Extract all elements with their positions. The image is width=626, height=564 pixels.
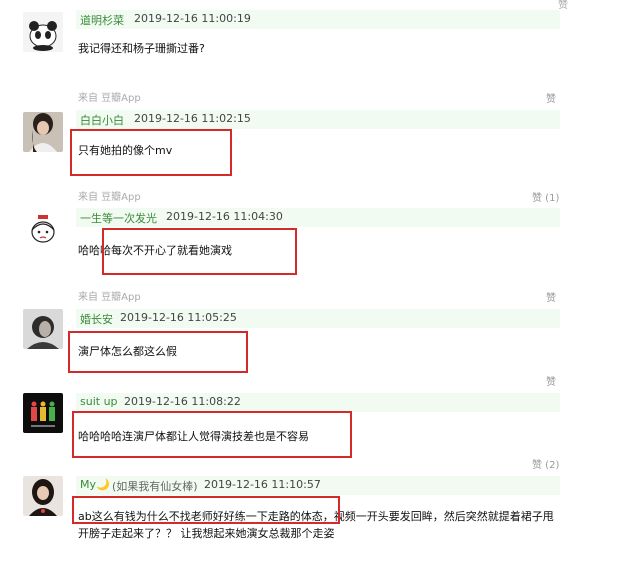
- highlight-box: [70, 129, 232, 176]
- comment-header: 道明杉菜 2019-12-16 11:00:19: [76, 10, 560, 29]
- comment-header: My🌙 (如果我有仙女棒) 2019-12-16 11:10:57: [76, 476, 560, 495]
- timestamp: 2019-12-16 11:05:25: [120, 311, 237, 324]
- comment-body: 我记得还和杨子珊撕过番?: [78, 42, 205, 55]
- timestamp: 2019-12-16 11:04:30: [166, 210, 283, 223]
- highlight-box: [102, 228, 297, 275]
- author-link[interactable]: 婚长安: [80, 311, 113, 327]
- like-button[interactable]: 赞: [546, 373, 556, 388]
- author-link[interactable]: 白白小白: [80, 112, 124, 128]
- author-link[interactable]: My🌙: [80, 478, 110, 491]
- timestamp: 2019-12-16 11:00:19: [134, 12, 251, 25]
- like-button[interactable]: 赞 (1): [532, 189, 559, 204]
- author-link[interactable]: 道明杉菜: [80, 12, 124, 28]
- like-button[interactable]: 赞: [546, 289, 556, 304]
- highlight-box: [72, 411, 352, 458]
- comment-source: 来自 豆瓣App: [78, 292, 141, 303]
- author-link[interactable]: 一生等一次发光: [80, 210, 157, 226]
- timestamp: 2019-12-16 11:02:15: [134, 112, 251, 125]
- comment-header: suit up 2019-12-16 11:08:22: [76, 393, 560, 412]
- comment-source: 来自 豆瓣App: [78, 93, 141, 104]
- avatar[interactable]: [23, 309, 63, 349]
- highlight-box: [68, 331, 248, 373]
- comment-body-line: 开膀子走起来了？？ 让我想起来她演女总裁那个走姿: [78, 527, 335, 540]
- timestamp: 2019-12-16 11:08:22: [124, 395, 241, 408]
- avatar[interactable]: [23, 112, 63, 152]
- comment-header: 一生等一次发光 2019-12-16 11:04:30: [76, 208, 560, 227]
- like-button[interactable]: 赞 (2): [532, 456, 559, 471]
- avatar[interactable]: [23, 393, 63, 433]
- avatar[interactable]: [23, 210, 63, 250]
- avatar[interactable]: [23, 12, 63, 52]
- author-link[interactable]: suit up: [80, 395, 118, 408]
- highlight-box: [72, 496, 340, 524]
- avatar[interactable]: [23, 476, 63, 516]
- timestamp: 2019-12-16 11:10:57: [204, 478, 321, 491]
- comment-source: 来自 豆瓣App: [78, 192, 141, 203]
- author-note: (如果我有仙女棒): [112, 480, 198, 493]
- comment-header: 婚长安 2019-12-16 11:05:25: [76, 309, 560, 328]
- comment-header: 白白小白 2019-12-16 11:02:15: [76, 110, 560, 129]
- like-button[interactable]: 赞: [546, 90, 556, 105]
